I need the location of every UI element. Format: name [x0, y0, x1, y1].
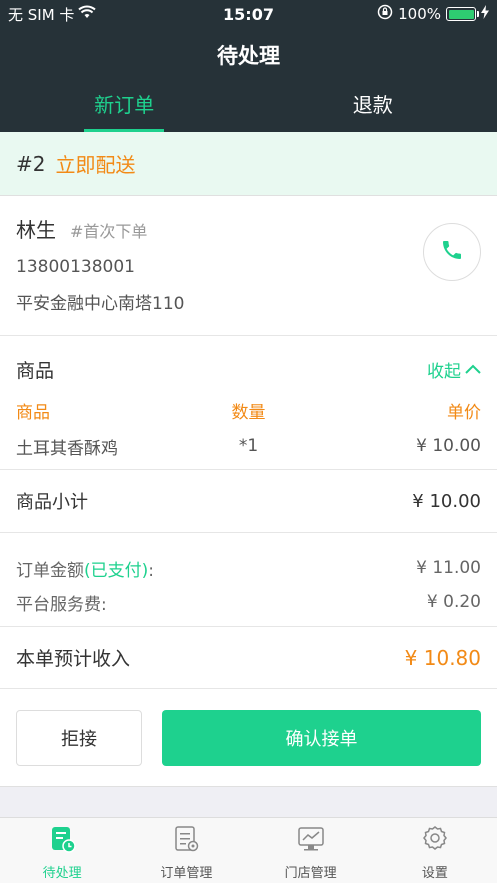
goods-title: 商品	[16, 359, 55, 382]
tabbar-label-settings: 设置	[421, 866, 448, 881]
customer-phone: 13800138001	[16, 257, 135, 277]
order-number: #2	[16, 151, 46, 176]
call-button[interactable]	[423, 223, 481, 281]
collapse-button[interactable]: 收起	[427, 357, 481, 382]
carrier-label: 无 SIM 卡	[8, 5, 75, 24]
page-title: 待处理	[217, 44, 280, 68]
goods-section: 商品 收起 商品 数量 单价 土耳其香酥鸡 *1 ¥ 10.00	[0, 336, 497, 470]
income-label: 本单预计收入	[16, 648, 131, 670]
goods-header-price: 单价	[447, 402, 481, 423]
paid-status: (已支付)	[84, 560, 149, 581]
goods-item-price: ¥ 10.00	[416, 436, 481, 456]
order-actions: 拒接 确认接单	[0, 689, 497, 787]
order-amount-colon: :	[148, 560, 154, 581]
table-row: 土耳其香酥鸡 *1 ¥ 10.00	[16, 428, 481, 464]
subtotal-value: ¥ 10.00	[412, 490, 481, 512]
goods-item-qty: *1	[238, 436, 259, 456]
reject-button[interactable]: 拒接	[16, 709, 142, 766]
goods-item-name: 土耳其香酥鸡	[16, 438, 118, 459]
order-amount-value: ¥ 11.00	[416, 558, 481, 578]
chevron-up-icon	[465, 359, 481, 379]
order-management-icon	[171, 824, 201, 862]
tab-refunds[interactable]: 退款	[249, 82, 497, 132]
service-fee-label: 平台服务费:	[16, 594, 107, 615]
orientation-lock-icon	[377, 4, 393, 24]
order-status: 立即配送	[55, 153, 136, 177]
income-row: 本单预计收入 ¥ 10.80	[0, 627, 497, 689]
customer-info: 林生 #首次下单 13800138001 平安金融中心南塔110	[0, 196, 497, 336]
collapse-label: 收起	[427, 361, 461, 382]
subtotal-row: 商品小计 ¥ 10.00	[0, 470, 497, 533]
tab-new-orders[interactable]: 新订单	[0, 82, 249, 132]
tabbar-item-store-management[interactable]: 门店管理	[249, 818, 373, 883]
order-header: #2 立即配送	[0, 132, 497, 196]
goods-header-qty: 数量	[231, 402, 266, 423]
tabbar-label-store-management: 门店管理	[284, 866, 337, 881]
tabbar-label-order-management: 订单管理	[160, 866, 213, 881]
fees-section: 订单金额(已支付): ¥ 11.00 平台服务费: ¥ 0.20	[0, 533, 497, 627]
bottom-tab-bar: 待处理 订单管理 门店管理 设置	[0, 817, 497, 883]
tabbar-item-settings[interactable]: 设置	[373, 818, 497, 883]
battery-icon	[446, 7, 479, 21]
income-value: ¥ 10.80	[404, 645, 481, 670]
customer-name: 林生	[16, 218, 56, 242]
first-order-tag: #首次下单	[70, 222, 148, 241]
accept-order-button[interactable]: 确认接单	[162, 709, 481, 766]
customer-address: 平安金融中心南塔110	[16, 294, 185, 314]
wifi-icon	[78, 5, 97, 23]
settings-gear-icon	[420, 824, 450, 862]
subtotal-label: 商品小计	[16, 492, 88, 513]
order-amount-text: 订单金额	[16, 560, 84, 581]
order-amount-row: 订单金额(已支付): ¥ 11.00	[0, 551, 497, 585]
status-bar: 无 SIM 卡 15:07 100%	[0, 0, 497, 28]
pending-orders-icon	[47, 824, 77, 862]
charging-icon	[481, 5, 489, 23]
battery-percent: 100%	[398, 5, 441, 23]
app-header: 无 SIM 卡 15:07 100% 待处理 新订单 退款	[0, 0, 497, 132]
goods-header-name: 商品	[16, 402, 50, 423]
tabbar-item-order-management[interactable]: 订单管理	[124, 818, 248, 883]
order-card: 林生 #首次下单 13800138001 平安金融中心南塔110 商品 收起 商…	[0, 196, 497, 787]
order-amount-label: 订单金额(已支付):	[16, 556, 154, 581]
service-fee-value: ¥ 0.20	[426, 592, 481, 612]
tabbar-item-pending[interactable]: 待处理	[0, 818, 124, 883]
store-management-icon	[296, 824, 326, 862]
order-tabs: 新订单 退款	[0, 82, 497, 132]
phone-icon	[440, 238, 464, 266]
tabbar-label-pending: 待处理	[42, 866, 82, 881]
service-fee-row: 平台服务费: ¥ 0.20	[0, 585, 497, 619]
goods-table-header: 商品 数量 单价	[16, 392, 481, 428]
